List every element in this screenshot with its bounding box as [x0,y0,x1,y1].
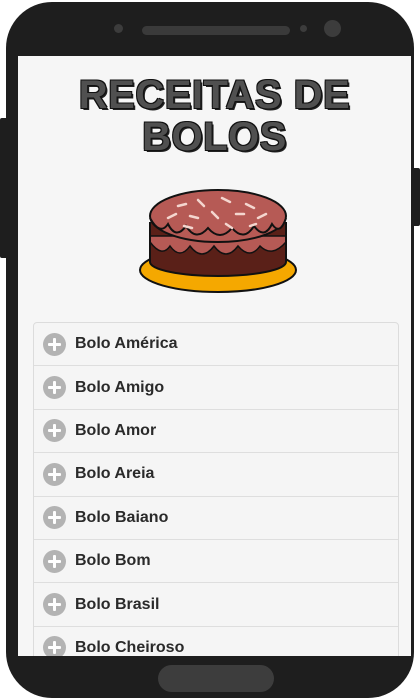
plus-circle-icon [43,506,66,530]
phone-frame: RECEITAS DE BOLOS Bolo América Bolo Amig… [6,2,414,698]
front-camera [324,20,341,37]
app-screen: RECEITAS DE BOLOS Bolo América Bolo Amig… [18,56,411,656]
recipe-item-bolo-baiano[interactable]: Bolo Baiano [34,497,398,540]
volume-button[interactable] [0,118,8,258]
plus-circle-icon [43,419,66,443]
plus-circle-icon [43,462,66,486]
light-sensor [300,25,307,32]
recipe-label: Bolo Baiano [75,508,169,526]
page-title: RECEITAS DE BOLOS [78,73,351,159]
plus-circle-icon [43,376,66,400]
recipe-item-bolo-bom[interactable]: Bolo Bom [34,540,398,584]
home-button[interactable] [158,665,274,692]
recipe-item-bolo-brasil[interactable]: Bolo Brasil [34,583,398,627]
recipe-label: Bolo Cheiroso [75,638,185,656]
plus-circle-icon [43,636,66,656]
recipe-list: Bolo América Bolo Amigo Bolo Amor Bolo A… [33,322,399,656]
recipe-item-bolo-cheiroso[interactable]: Bolo Cheiroso [34,627,398,656]
plus-circle-icon [43,593,66,617]
recipe-label: Bolo América [75,335,178,353]
recipe-item-bolo-amigo[interactable]: Bolo Amigo [34,366,398,410]
earpiece-speaker [142,26,290,35]
recipe-label: Bolo Areia [75,465,155,483]
proximity-sensor [114,24,123,33]
recipe-item-bolo-areia[interactable]: Bolo Areia [34,453,398,497]
plus-circle-icon [43,332,66,356]
recipe-label: Bolo Brasil [75,595,160,613]
recipe-label: Bolo Bom [75,552,151,570]
recipe-label: Bolo Amor [75,421,157,439]
power-button[interactable] [412,168,420,226]
plus-circle-icon [43,549,66,573]
recipe-item-bolo-amor[interactable]: Bolo Amor [34,410,398,454]
recipe-label: Bolo Amigo [75,378,165,396]
recipe-item-bolo-america[interactable]: Bolo América [34,323,398,367]
cake-illustration [139,189,297,293]
